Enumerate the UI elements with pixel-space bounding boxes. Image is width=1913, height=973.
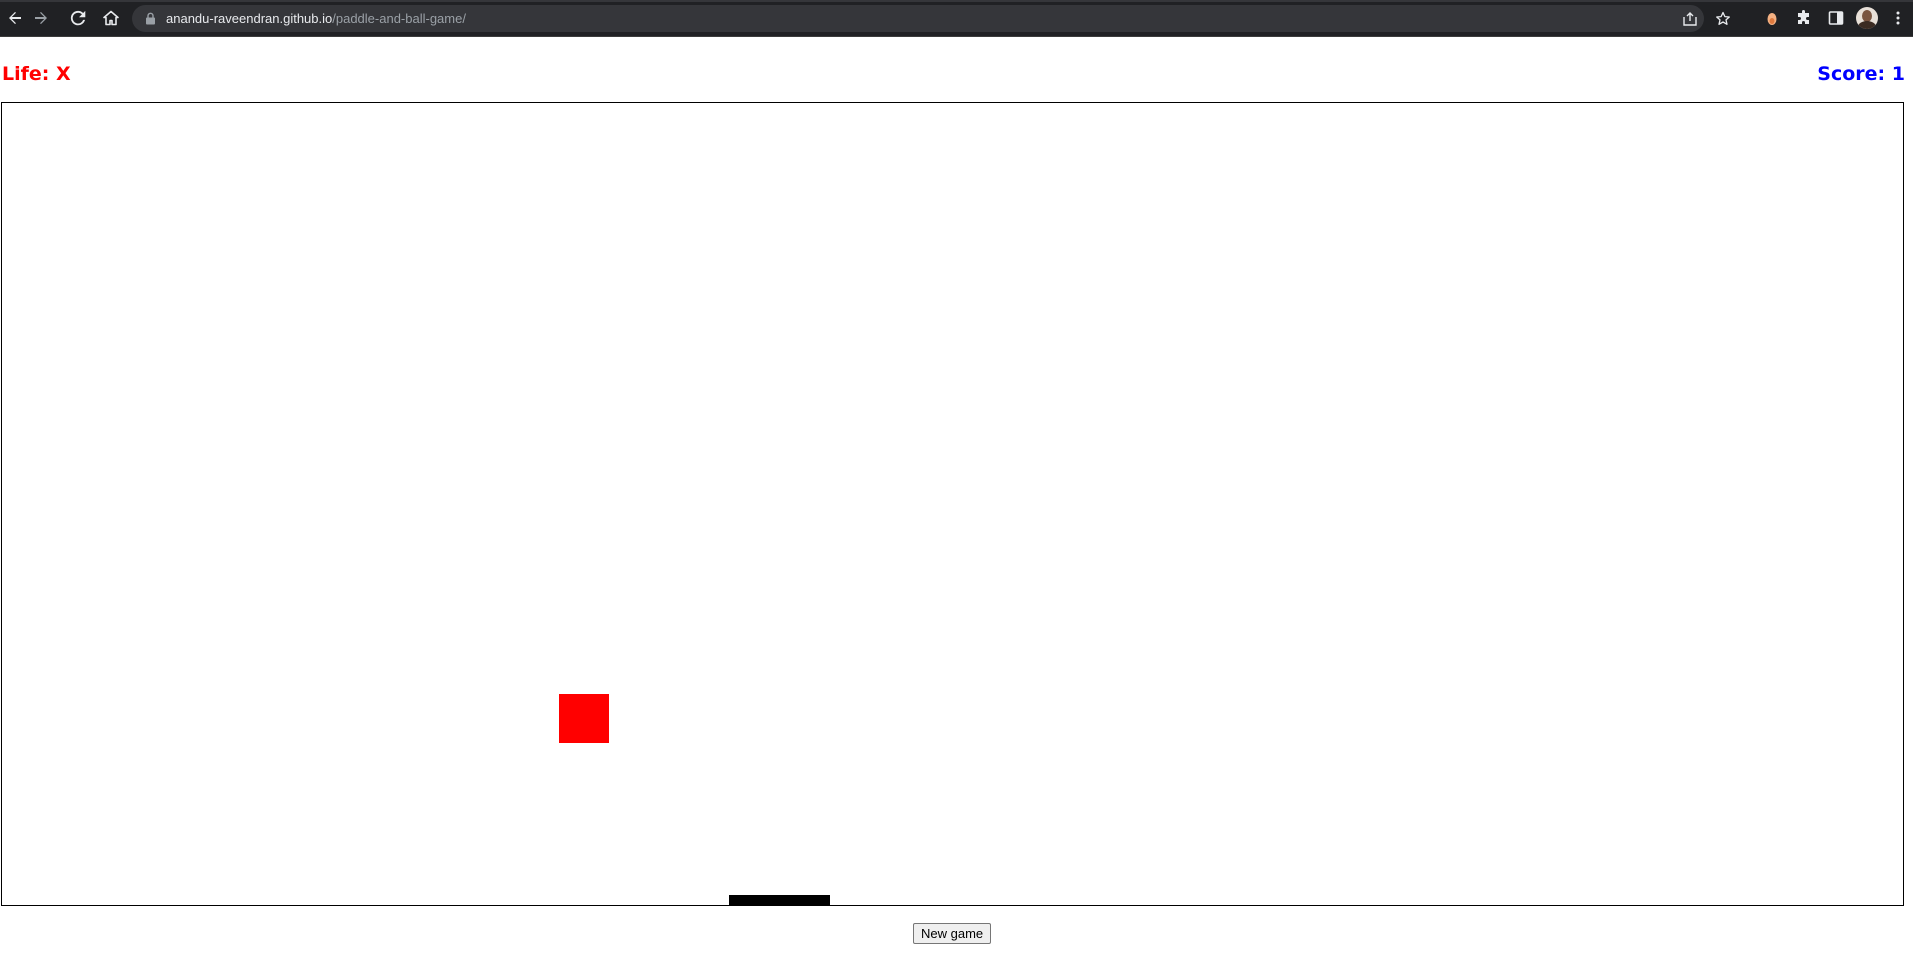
forward-arrow-icon[interactable] xyxy=(29,6,53,30)
new-game-button[interactable]: New game xyxy=(913,923,992,944)
puzzle-icon[interactable] xyxy=(1792,6,1816,30)
share-icon[interactable] xyxy=(1679,8,1701,30)
address-bar[interactable]: anandu-raveendran.github.io/paddle-and-b… xyxy=(132,5,1704,32)
life-indicator: Life: X xyxy=(2,63,71,85)
back-arrow-icon[interactable] xyxy=(3,6,27,30)
tab-strip-edge xyxy=(0,0,1913,2)
url-host: anandu-raveendran.github.io xyxy=(166,11,333,26)
score-indicator: Score: 1 xyxy=(1817,63,1905,85)
ball xyxy=(559,694,609,743)
game-board[interactable] xyxy=(1,102,1904,906)
extension-icon[interactable] xyxy=(1760,6,1784,30)
home-icon[interactable] xyxy=(99,6,123,30)
star-icon[interactable] xyxy=(1712,8,1734,30)
profile-avatar[interactable] xyxy=(1856,7,1878,29)
browser-toolbar: anandu-raveendran.github.io/paddle-and-b… xyxy=(0,0,1913,37)
kebab-menu-icon[interactable] xyxy=(1886,6,1910,30)
lock-icon[interactable] xyxy=(142,11,158,27)
url-path: /paddle-and-ball-game/ xyxy=(332,11,466,26)
paddle[interactable] xyxy=(729,895,830,905)
avatar-body xyxy=(1858,21,1876,29)
reload-icon[interactable] xyxy=(66,6,90,30)
side-panel-icon[interactable] xyxy=(1824,6,1848,30)
